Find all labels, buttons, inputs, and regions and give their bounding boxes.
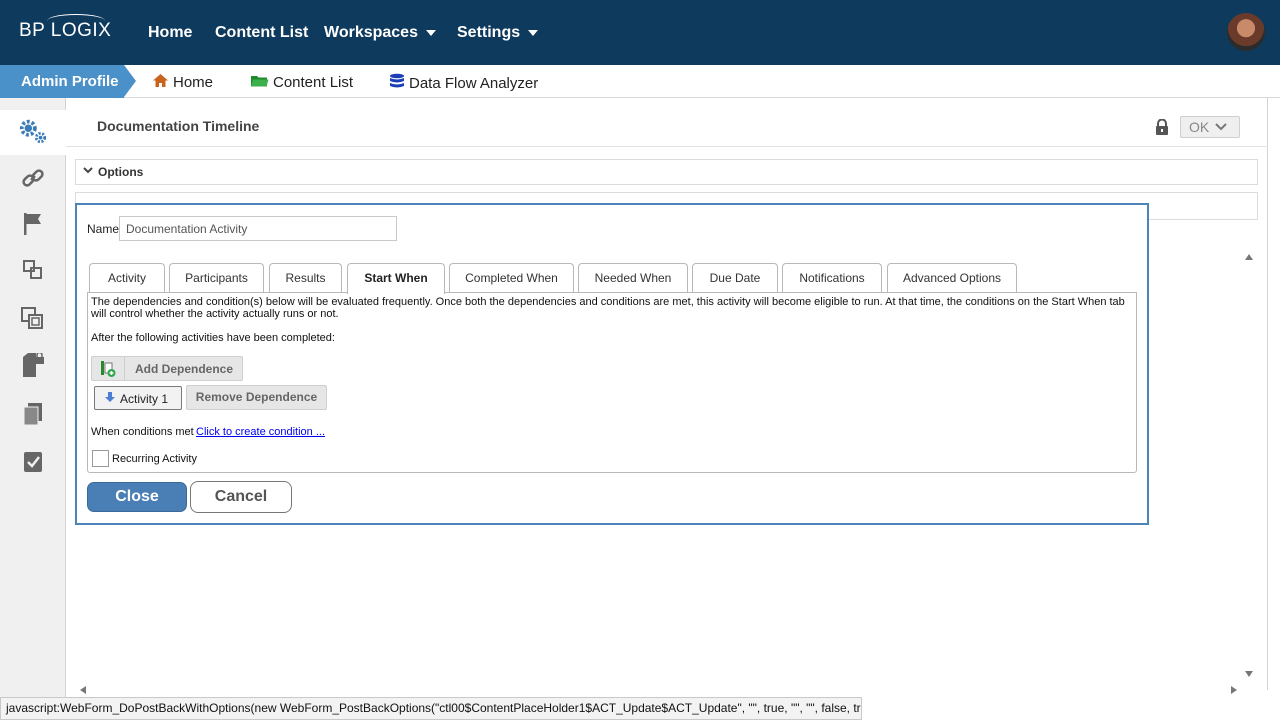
nav-workspaces[interactable]: Workspaces (324, 24, 436, 42)
tab-results[interactable]: Results (269, 263, 342, 293)
create-condition-link[interactable]: Click to create condition ... (196, 426, 325, 438)
close-button[interactable]: Close (87, 482, 187, 512)
options-label: Options (98, 165, 144, 179)
name-label: Name (87, 222, 120, 236)
link-icon[interactable] (18, 163, 48, 193)
tab-needed-when[interactable]: Needed When (578, 263, 688, 293)
scroll-left-arrow[interactable] (80, 686, 86, 694)
chevron-down-icon (83, 167, 93, 174)
tab-activity[interactable]: Activity (89, 263, 165, 293)
options-section-toggle[interactable]: Options (75, 159, 1258, 185)
nav-workspaces-label: Workspaces (324, 24, 418, 41)
add-dependence-button[interactable]: Add Dependence (91, 356, 243, 381)
flag-icon[interactable] (18, 209, 48, 239)
folder-icon (250, 73, 269, 92)
breadcrumb-content-list[interactable]: Content List (250, 73, 353, 92)
scroll-down-arrow[interactable] (1245, 671, 1253, 677)
home-icon (152, 73, 169, 92)
lock-icon[interactable] (1155, 118, 1169, 135)
tab-completed-when[interactable]: Completed When (449, 263, 574, 293)
logo-arc (47, 14, 105, 28)
gears-icon[interactable] (18, 116, 48, 146)
copy-icon[interactable] (18, 304, 48, 334)
remove-dependence-button[interactable]: Remove Dependence (186, 385, 327, 410)
header-divider (66, 146, 1268, 147)
conditions-label: When conditions met (91, 426, 194, 438)
scroll-right-arrow[interactable] (1231, 686, 1237, 694)
breadcrumb-content-list-label: Content List (273, 74, 354, 91)
lock-file-icon[interactable] (18, 351, 48, 381)
tab-notifications[interactable]: Notifications (782, 263, 882, 293)
recurring-activity-label: Recurring Activity (112, 453, 197, 465)
database-icon (389, 73, 405, 93)
start-when-description: The dependencies and condition(s) below … (91, 296, 1125, 320)
checklist-icon[interactable] (18, 447, 48, 477)
ok-dropdown-button[interactable]: OK (1180, 116, 1240, 138)
left-sidebar (0, 98, 66, 720)
recurring-activity-checkbox[interactable] (92, 450, 109, 467)
browser-status-bar: javascript:WebForm_DoPostBackWithOptions… (0, 697, 862, 720)
scroll-up-arrow[interactable] (1245, 254, 1253, 260)
breadcrumb-data-flow-analyzer[interactable]: Data Flow Analyzer (389, 73, 538, 93)
nav-content-list[interactable]: Content List (215, 24, 308, 42)
breadcrumb-home-label: Home (173, 74, 214, 91)
breadcrumb-home[interactable]: Home (152, 73, 213, 92)
documents-icon[interactable] (18, 399, 48, 429)
chevron-down-icon (425, 29, 436, 36)
tab-start-when[interactable]: Start When (347, 263, 445, 294)
activity-1-dependence[interactable]: Activity 1 (94, 386, 182, 410)
tab-advanced-options[interactable]: Advanced Options (887, 263, 1017, 293)
chevron-down-icon (528, 29, 539, 36)
chevron-down-icon (1215, 123, 1227, 131)
arrow-down-icon (105, 392, 115, 402)
add-dependence-label: Add Dependence (135, 362, 234, 376)
ok-label: OK (1189, 119, 1210, 135)
top-navbar: BP LOGIX Home Content List Workspaces Se… (0, 0, 1280, 65)
after-activities-label: After the following activities have been… (91, 332, 335, 344)
tab-participants[interactable]: Participants (169, 263, 264, 293)
page-title: Documentation Timeline (97, 118, 260, 134)
activity-1-label: Activity 1 (120, 392, 169, 406)
cancel-button[interactable]: Cancel (190, 481, 292, 513)
name-input[interactable] (119, 216, 397, 241)
admin-profile-tab[interactable]: Admin Profile (0, 65, 136, 98)
breadcrumb-data-flow-analyzer-label: Data Flow Analyzer (409, 74, 539, 92)
breadcrumb-bar: Admin Profile Home Content List Data Flo… (0, 65, 1280, 98)
user-avatar[interactable] (1227, 13, 1265, 51)
tab-due-date[interactable]: Due Date (692, 263, 778, 293)
bplogix-logo[interactable]: BP LOGIX (19, 14, 111, 42)
nav-home[interactable]: Home (148, 24, 192, 42)
nav-settings[interactable]: Settings (457, 24, 539, 42)
nodes-icon[interactable] (18, 255, 48, 285)
add-dependence-icon (92, 357, 125, 380)
nav-settings-label: Settings (457, 24, 521, 41)
